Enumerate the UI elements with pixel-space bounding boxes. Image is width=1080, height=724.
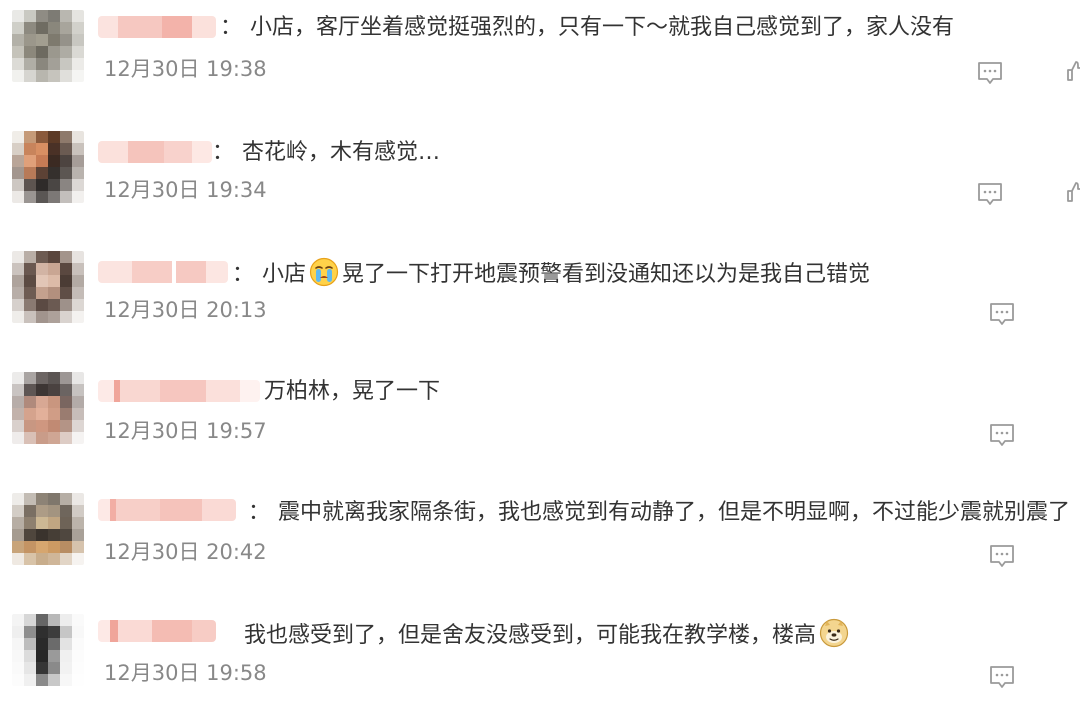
comment-content: 小店，客厅坐着感觉挺强烈的，只有一下～就我自己感觉到了，家人没有	[250, 15, 955, 40]
comment-text: ： 杏花岭，木有感觉…	[212, 139, 440, 167]
avatar[interactable]	[12, 614, 84, 686]
avatar[interactable]	[12, 372, 84, 444]
comment-text: 我也感受到了，但是舍友没感受到，可能我在教学楼，楼高	[244, 618, 852, 650]
comment-timestamp: 12月30日 19:57	[104, 419, 267, 443]
avatar[interactable]	[12, 10, 84, 82]
comment-item: ： 杏花岭，木有感觉… 12月30日 19:34	[0, 121, 1080, 241]
comment-content: 震中就离我家隔条街，我也感觉到有动静了，但是不明显啊，不过能少震就别震了	[278, 500, 1071, 525]
username-blurred[interactable]	[98, 141, 212, 163]
comment-timestamp: 12月30日 19:58	[104, 661, 267, 685]
comment-content-after-emoji: 晃了一下打开地震预警看到没通知还以为是我自己错觉	[342, 262, 871, 287]
comment-timestamp: 12月30日 19:38	[104, 57, 267, 81]
comment-content-before-emoji: 我也感受到了，但是舍友没感受到，可能我在教学楼，楼高	[244, 623, 817, 648]
thumbs-up-icon[interactable]	[1066, 60, 1080, 82]
comment-item: ： 小店，客厅坐着感觉挺强烈的，只有一下～就我自己感觉到了，家人没有 12月30日…	[0, 0, 1080, 120]
comment-text: 万柏林，晃了一下	[264, 378, 440, 406]
comment-timestamp: 12月30日 19:34	[104, 178, 267, 202]
username-blurred[interactable]	[98, 499, 236, 521]
comment-reply-icon[interactable]	[988, 664, 1016, 690]
comment-item: 我也感受到了，但是舍友没感受到，可能我在教学楼，楼高 12月30日 19:58	[0, 604, 1080, 724]
crying-face-emoji	[309, 257, 339, 287]
comment-item: ： 小店 晃了一下打开地震预警看到没通知还以为是我自己错觉 12月30日 20:1…	[0, 241, 1080, 361]
comment-timestamp: 12月30日 20:42	[104, 540, 267, 564]
comment-reply-icon[interactable]	[988, 422, 1016, 448]
name-separator: ：	[248, 500, 271, 525]
username-blurred[interactable]	[98, 16, 216, 38]
comment-reply-icon[interactable]	[976, 60, 1004, 86]
comment-reply-icon[interactable]	[988, 301, 1016, 327]
avatar[interactable]	[12, 131, 84, 203]
username-blurred[interactable]	[98, 620, 216, 642]
comment-text: ： 小店 晃了一下打开地震预警看到没通知还以为是我自己错觉	[232, 257, 870, 289]
name-separator: ：	[220, 15, 243, 40]
comment-text: ： 震中就离我家隔条街，我也感觉到有动静了，但是不明显啊，不过能少震就别震了	[248, 499, 1070, 527]
name-separator: ：	[212, 140, 235, 165]
comment-timestamp: 12月30日 20:13	[104, 298, 267, 322]
comment-reply-icon[interactable]	[988, 543, 1016, 569]
username-blurred[interactable]	[98, 261, 228, 283]
comment-item: ： 震中就离我家隔条街，我也感觉到有动静了，但是不明显啊，不过能少震就别震了 12…	[0, 483, 1080, 603]
comment-content: 杏花岭，木有感觉…	[242, 140, 441, 165]
doge-emoji	[819, 618, 849, 648]
comment-item: 万柏林，晃了一下 12月30日 19:57	[0, 362, 1080, 482]
avatar[interactable]	[12, 493, 84, 565]
comment-reply-icon[interactable]	[976, 181, 1004, 207]
comment-content-before-emoji: 小店	[262, 262, 307, 287]
comment-content: 万柏林，晃了一下	[264, 379, 441, 404]
comment-text: ： 小店，客厅坐着感觉挺强烈的，只有一下～就我自己感觉到了，家人没有	[220, 14, 954, 42]
thumbs-up-icon[interactable]	[1066, 181, 1080, 203]
avatar[interactable]	[12, 251, 84, 323]
name-separator: ：	[232, 262, 255, 287]
username-blurred[interactable]	[98, 380, 260, 402]
